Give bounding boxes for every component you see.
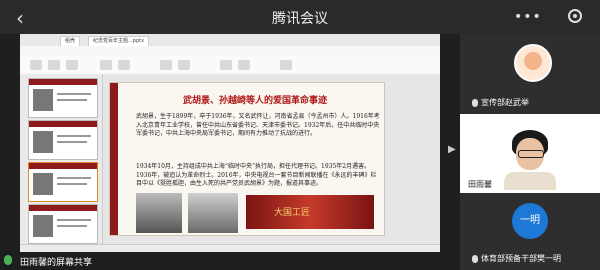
collapse-panel-icon[interactable]: ▶ xyxy=(448,144,456,155)
participant-tile[interactable]: 田雨馨 xyxy=(460,114,600,194)
participant-name: 宣传部赵武举 xyxy=(472,97,529,108)
ribbon-tool-icon[interactable] xyxy=(220,60,232,70)
slide-thumbnail[interactable] xyxy=(28,204,98,244)
slide-editor: 武胡景、孙越崎等人的爱国革命事迹 武胡景，生于1899年，卒于1936年，又名武… xyxy=(103,74,440,244)
portrait-photo xyxy=(136,193,182,233)
ribbon-tool-icon[interactable] xyxy=(118,60,130,70)
more-options-icon[interactable]: ••• xyxy=(514,9,542,25)
slide-thumbnail[interactable] xyxy=(28,78,98,118)
ribbon-tool-icon[interactable] xyxy=(280,60,292,70)
slide-paragraph: 武胡景，生于1899年，卒于1936年，又名武怀让，河南省孟县（今孟州市）人。1… xyxy=(136,113,380,137)
meeting-title: 腾讯会议 xyxy=(272,11,328,27)
ribbon-tool-icon[interactable] xyxy=(66,60,78,70)
ribbon-tool-icon[interactable] xyxy=(238,60,250,70)
participant-name: 体育部预备干部樊一明 xyxy=(472,253,561,264)
portrait-photo xyxy=(188,193,238,233)
wps-tab[interactable]: 稻壳 xyxy=(60,36,81,46)
slide-thumbnail[interactable] xyxy=(28,120,98,160)
wps-ribbon xyxy=(20,56,440,75)
banner-caption: 大国工匠 xyxy=(274,208,311,218)
current-slide[interactable]: 武胡景、孙越崎等人的爱国革命事迹 武胡景，生于1899年，卒于1936年，又名武… xyxy=(109,82,385,236)
avatar-initials: 一明 xyxy=(512,203,548,239)
banner-image: 大国工匠 xyxy=(246,195,374,229)
screen-share-label: 田雨馨的屏幕共享 xyxy=(20,258,93,268)
participant-tile[interactable]: 一明 体育部预备干部樊一明 xyxy=(460,193,600,270)
ribbon-tool-icon[interactable] xyxy=(100,60,112,70)
top-bar: ‹ 腾讯会议 ••• xyxy=(0,0,600,34)
ribbon-tool-icon[interactable] xyxy=(160,60,172,70)
record-icon[interactable] xyxy=(568,9,582,23)
ribbon-tool-icon[interactable] xyxy=(48,60,60,70)
avatar xyxy=(514,44,552,82)
slide-thumbnail-panel xyxy=(20,74,103,252)
ribbon-tool-icon[interactable] xyxy=(30,60,42,70)
slide-accent-bar xyxy=(110,83,118,235)
slide-title: 武胡景、孙越崎等人的爱国革命事迹 xyxy=(182,96,327,106)
participant-video xyxy=(498,120,562,190)
wps-status-bar xyxy=(20,244,440,252)
ribbon-tool-icon[interactable] xyxy=(178,60,190,70)
slide-thumbnail-selected[interactable] xyxy=(28,162,98,202)
microphone-icon xyxy=(472,254,478,263)
slide-paragraph: 1934年10月，主持组成中共上海“临时中央”执行局，担任代理书记。1935年2… xyxy=(136,163,377,187)
microphone-icon[interactable] xyxy=(4,255,12,265)
participant-name: 田雨馨 xyxy=(466,179,494,190)
microphone-icon xyxy=(472,98,478,107)
shared-screen: 稻壳 纪念党百年主题...pptx 开始 插入 设计 切换 动画 放映 审阅 视… xyxy=(20,34,440,252)
participant-tile[interactable]: 宣传部赵武举 xyxy=(460,34,600,114)
wps-tab[interactable]: 纪念党百年主题...pptx xyxy=(88,36,150,46)
